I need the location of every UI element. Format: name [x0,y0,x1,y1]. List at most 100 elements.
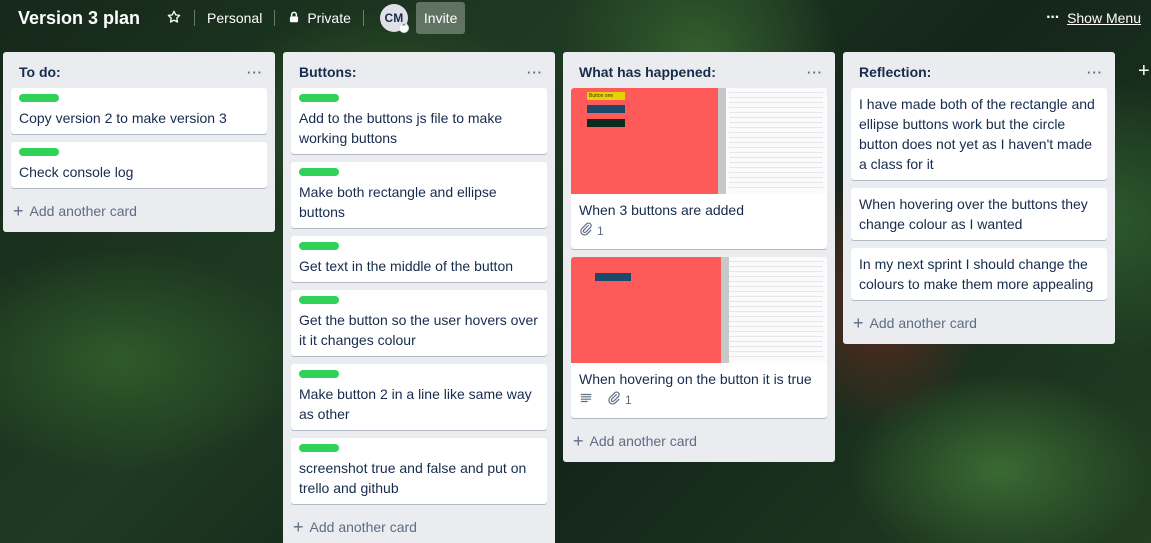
card[interactable]: In my next sprint I should change the co… [851,248,1107,300]
list-title[interactable]: What has happened: [579,64,716,80]
card[interactable]: Button one When 3 buttons are added 1 [571,88,827,249]
list-what-has-happened: What has happened: ··· Button one When 3… [563,52,835,462]
list-header[interactable]: Reflection: ··· [843,52,1115,88]
green-label[interactable] [19,94,59,102]
cover-canvas [571,257,721,363]
card[interactable]: Make button 2 in a line like same way as… [291,364,547,430]
plus-icon: + [853,313,864,333]
attachment-badge: 1 [607,391,632,408]
card-title: Make both rectangle and ellipse buttons [299,184,497,220]
admin-badge-icon: ⌃ [398,23,409,33]
cover-button-three [587,119,625,127]
green-label[interactable] [299,296,339,304]
cover-console-log [729,92,823,190]
list-header[interactable]: What has happened: ··· [563,52,835,88]
list-title[interactable]: To do: [19,64,61,80]
card-container: Add to the buttons js file to make worki… [283,88,555,504]
green-label[interactable] [299,242,339,250]
workspace-button[interactable]: Personal [199,4,270,32]
plus-icon: + [293,517,304,537]
header-divider [362,10,364,26]
card[interactable]: Copy version 2 to make version 3 [11,88,267,134]
cover-button-hover [595,273,631,281]
card-title: I have made both of the rectangle and el… [859,96,1095,172]
visibility-label: Private [307,10,351,26]
green-label[interactable] [299,444,339,452]
list-title[interactable]: Reflection: [859,64,931,80]
card[interactable]: I have made both of the rectangle and el… [851,88,1107,180]
lock-icon [287,10,301,27]
header-divider [194,10,196,26]
list-menu-icon[interactable]: ··· [1087,65,1103,80]
add-card-button[interactable]: + Add another card [843,308,1115,338]
list-buttons: Buttons: ··· Add to the buttons js file … [283,52,555,543]
invite-button[interactable]: Invite [415,2,466,34]
card-title: screenshot true and false and put on tre… [299,460,527,496]
attachment-count: 1 [625,392,632,407]
add-card-label: Add another card [309,519,417,535]
card-badges: 1 [579,389,819,412]
workspace-label: Personal [207,10,263,26]
add-card-button[interactable]: + Add another card [3,196,275,226]
show-menu-link[interactable]: Show Menu [1067,10,1141,26]
card-cover-image [571,257,827,363]
header-right: ··· Show Menu [1046,9,1141,27]
attachment-count: 1 [597,223,604,238]
add-card-label: Add another card [29,203,137,219]
list-menu-icon[interactable]: ··· [247,65,263,80]
card[interactable]: Get text in the middle of the button [291,236,547,282]
cover-canvas: Button one [571,88,718,194]
card-title: When hovering on the button it is true [579,371,812,387]
list-title[interactable]: Buttons: [299,64,357,80]
card-container: Button one When 3 buttons are added 1 Wh… [563,88,835,418]
star-button[interactable] [158,4,190,32]
description-badge [579,391,593,408]
more-dots-icon[interactable]: ··· [1046,9,1060,27]
green-label[interactable] [19,148,59,156]
description-icon [579,391,593,408]
card-container: I have made both of the rectangle and el… [843,88,1115,300]
list-header[interactable]: Buttons: ··· [283,52,555,88]
cover-scrollbar [721,257,729,363]
plus-icon: + [13,201,24,221]
add-card-label: Add another card [589,433,697,449]
card-title: Add to the buttons js file to make worki… [299,110,503,146]
card[interactable]: Check console log [11,142,267,188]
card[interactable]: When hovering over the buttons they chan… [851,188,1107,240]
add-card-button[interactable]: + Add another card [563,426,835,456]
card-title: Get the button so the user hovers over i… [299,312,538,348]
paperclip-icon [607,391,621,408]
card-title: Get text in the middle of the button [299,258,514,274]
list-header[interactable]: To do: ··· [3,52,275,88]
paperclip-icon [579,222,593,239]
visibility-button[interactable]: Private [279,4,359,32]
board-header: Version 3 plan Personal Private CM ⌃ Inv… [0,0,1151,36]
attachment-badge: 1 [579,222,604,239]
list-menu-icon[interactable]: ··· [527,65,543,80]
cover-console-log [729,261,823,359]
list-menu-icon[interactable]: ··· [807,65,823,80]
add-card-label: Add another card [869,315,977,331]
card-title: Make button 2 in a line like same way as… [299,386,532,422]
green-label[interactable] [299,94,339,102]
card[interactable]: When hovering on the button it is true 1 [571,257,827,418]
board-title[interactable]: Version 3 plan [14,8,144,29]
header-divider [274,10,276,26]
card-title: In my next sprint I should change the co… [859,256,1094,292]
card[interactable]: Add to the buttons js file to make worki… [291,88,547,154]
add-list-button[interactable]: + [1138,60,1150,83]
cover-button-two [587,105,625,113]
card-badges: 1 [579,220,819,243]
card[interactable]: Get the button so the user hovers over i… [291,290,547,356]
avatar[interactable]: CM ⌃ [379,4,409,33]
card-title: Check console log [19,164,134,180]
green-label[interactable] [299,370,339,378]
plus-icon: + [573,431,584,451]
add-card-button[interactable]: + Add another card [283,512,555,542]
green-label[interactable] [299,168,339,176]
card[interactable]: Make both rectangle and ellipse buttons [291,162,547,228]
card-title: When 3 buttons are added [579,202,745,218]
card-title: Copy version 2 to make version 3 [19,110,227,126]
star-icon [166,9,182,28]
card[interactable]: screenshot true and false and put on tre… [291,438,547,504]
